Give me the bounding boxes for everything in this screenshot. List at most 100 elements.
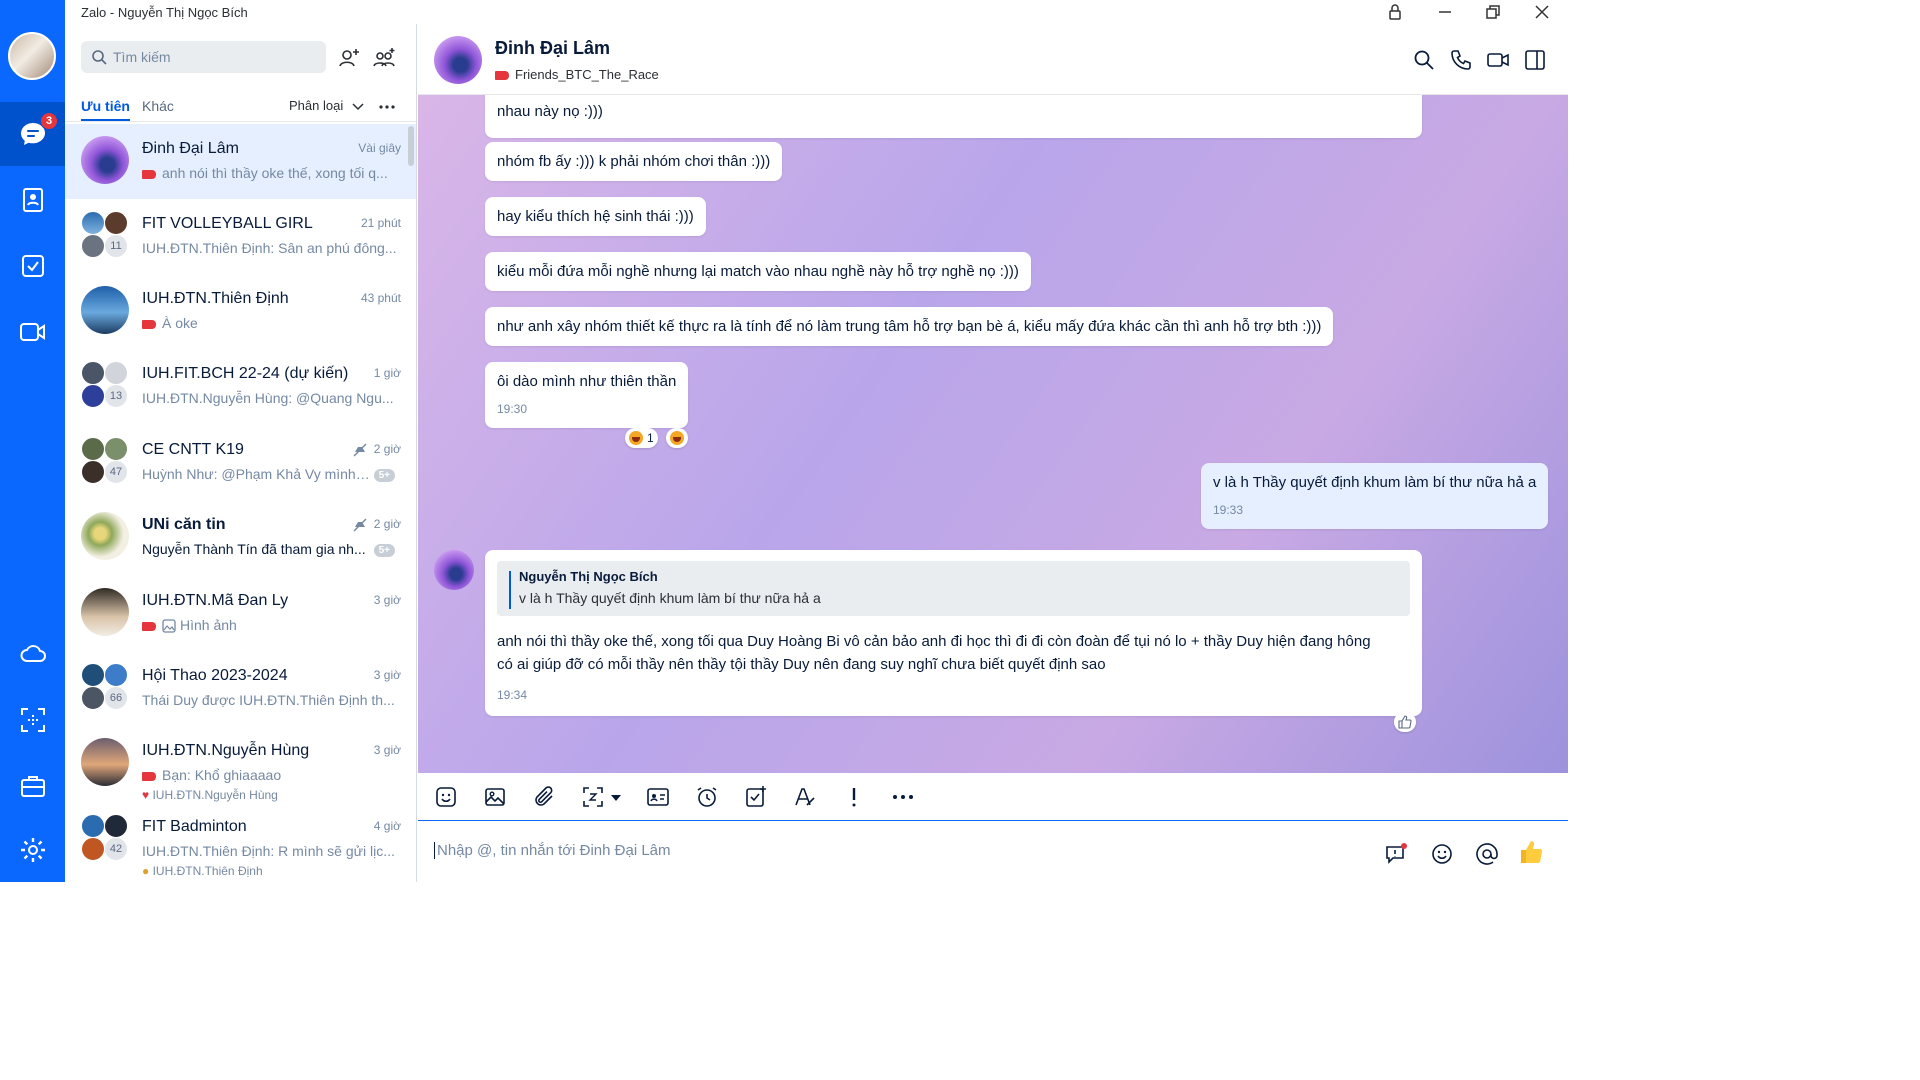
conversation-time: Vài giây <box>358 141 401 155</box>
search-icon[interactable] <box>1412 48 1436 72</box>
toolbox-tab[interactable] <box>0 754 65 818</box>
mute-icon <box>353 443 367 457</box>
create-group-icon[interactable] <box>371 46 397 70</box>
reaction-summary[interactable]: 1 <box>625 428 658 448</box>
conversation-preview: IUH.ĐTN.Thiên Định: Sân an phú đông... <box>142 240 397 256</box>
conversation-list: Tìm kiếm Ưu tiên Khác Phân loại Đinh Đại… <box>65 24 417 882</box>
quoted-message[interactable]: Nguyễn Thị Ngọc Bích v là h Thầy quyết đ… <box>497 561 1410 616</box>
contact-card-icon[interactable] <box>646 785 670 809</box>
urgent-icon[interactable] <box>842 785 866 809</box>
laugh-emoji-icon <box>629 431 643 445</box>
checkbox-icon <box>21 255 44 277</box>
message-time: 19:34 <box>497 688 528 702</box>
tab-other[interactable]: Khác <box>142 98 174 114</box>
phone-icon[interactable] <box>1449 48 1473 72</box>
message-bubble[interactable]: ôi dào mình như thiên thần 19:30 <box>485 362 689 428</box>
contact-label[interactable]: Friends_BTC_The_Race <box>515 67 659 82</box>
messages-tab[interactable]: 3 <box>0 102 65 166</box>
video-call-icon[interactable] <box>1486 48 1510 72</box>
chevron-down-icon[interactable] <box>352 102 364 112</box>
my-avatar[interactable] <box>8 32 56 80</box>
contacts-tab[interactable] <box>0 168 65 232</box>
search-icon <box>92 50 107 65</box>
search-input[interactable]: Tìm kiếm <box>113 49 171 65</box>
sender-avatar[interactable] <box>434 550 474 590</box>
todo-tab[interactable] <box>0 234 65 298</box>
minimize-icon[interactable] <box>1435 2 1455 22</box>
screenshot-tab[interactable] <box>0 688 65 752</box>
group-avatar: 13 <box>81 361 129 409</box>
conversation-item[interactable]: Đinh Đại Lâm Vài giây anh nói thì thầy o… <box>65 124 416 199</box>
contact-name[interactable]: Đinh Đại Lâm <box>495 38 610 59</box>
label-tag-icon <box>142 771 156 781</box>
mention-icon[interactable] <box>1475 842 1499 866</box>
message-input[interactable]: Nhập @, tin nhắn tới Đinh Đại Lâm <box>434 842 671 859</box>
close-icon[interactable] <box>1532 2 1552 22</box>
reply-message-bubble[interactable]: Nguyễn Thị Ngọc Bích v là h Thầy quyết đ… <box>485 550 1422 716</box>
quick-message-icon[interactable] <box>1384 842 1408 866</box>
conversation-name: FIT VOLLEYBALL GIRL <box>142 215 313 232</box>
conversation-item[interactable]: 42 FIT Badminton 4 giờ IUH.ĐTN.Thiên Địn… <box>65 802 416 882</box>
conversation-time: 4 giờ <box>373 819 401 833</box>
cloud-tab[interactable] <box>0 622 65 686</box>
text-format-icon[interactable] <box>793 785 817 809</box>
settings-tab[interactable] <box>0 818 65 882</box>
conversation-time: 43 phút <box>360 291 401 305</box>
conversation-item[interactable]: IUH.ĐTN.Nguyễn Hùng 3 giờ Bạn: Khổ ghiaa… <box>65 726 416 806</box>
label-tag-icon <box>142 319 156 329</box>
my-message-bubble[interactable]: v là h Thầy quyết định khum làm bí thư n… <box>1201 463 1549 529</box>
lock-icon[interactable] <box>1385 2 1405 22</box>
screenshot-icon[interactable] <box>581 785 605 809</box>
contact-avatar[interactable] <box>434 36 482 84</box>
restore-icon[interactable] <box>1483 2 1503 22</box>
message-text-line: có ai giúp đỡ có mỗi thầy nên thầy tội t… <box>497 656 1106 673</box>
add-friend-icon[interactable] <box>337 46 361 70</box>
conversation-item[interactable]: 47 CE CNTT K19 2 giờ Huỳnh Như: @Phạm Kh… <box>65 425 416 500</box>
conversation-item[interactable]: UNi căn tin 2 giờ Nguyễn Thành Tín đã th… <box>65 500 416 575</box>
reminder-icon[interactable] <box>695 785 719 809</box>
like-reaction-button[interactable] <box>1394 712 1416 732</box>
search-box[interactable]: Tìm kiếm <box>81 41 326 73</box>
chevron-down-icon[interactable] <box>610 794 622 802</box>
tab-priority[interactable]: Ưu tiên <box>81 98 130 121</box>
message-bubble[interactable]: hay kiểu thích hệ sinh thái :))) <box>485 197 706 236</box>
composer: Nhập @, tin nhắn tới Đinh Đại Lâm <box>418 822 1568 882</box>
conversation-item[interactable]: 11 FIT VOLLEYBALL GIRL 21 phút IUH.ĐTN.T… <box>65 199 416 274</box>
sidebar-toggle-icon[interactable] <box>1523 48 1547 72</box>
conversation-item[interactable]: IUH.ĐTN.Thiên Định 43 phút À oke <box>65 274 416 349</box>
unread-count: 5+ <box>373 469 395 482</box>
task-icon[interactable] <box>744 785 768 809</box>
group-avatar: 66 <box>81 663 129 711</box>
conversation-item[interactable]: IUH.ĐTN.Mã Đan Ly 3 giờ Hình ảnh <box>65 576 416 651</box>
message-bubble[interactable]: nhau này nọ :))) <box>485 95 1422 138</box>
message-bubble[interactable]: như anh xây nhóm thiết kế thực ra là tín… <box>485 307 1334 346</box>
conversation-preview: Thái Duy được IUH.ĐTN.Thiên Định th... <box>142 692 395 708</box>
scrollbar[interactable] <box>408 126 414 166</box>
thumbs-up-icon <box>1398 715 1412 729</box>
label-tag-icon <box>142 621 156 631</box>
attachment-icon[interactable] <box>532 785 556 809</box>
message-text: kiểu mỗi đứa mỗi nghề nhưng lại match và… <box>497 263 1019 280</box>
sort-dropdown[interactable]: Phân loại <box>289 98 343 113</box>
quoted-text: v là h Thầy quyết định khum làm bí thư n… <box>519 590 821 606</box>
message-area[interactable]: nhau này nọ :))) nhóm fb ấy :))) k phải … <box>418 95 1568 773</box>
emoji-icon[interactable] <box>1430 842 1454 866</box>
add-reaction-button[interactable] <box>666 428 688 448</box>
message-bubble[interactable]: nhóm fb ấy :))) k phải nhóm chơi thân :)… <box>485 142 783 181</box>
more-icon[interactable] <box>891 785 915 809</box>
image-icon[interactable] <box>483 785 507 809</box>
sticker-icon[interactable] <box>434 785 458 809</box>
message-text-line: anh nói thì thầy oke thế, xong tối qua D… <box>497 633 1371 650</box>
member-count: 13 <box>104 384 128 408</box>
member-count: 42 <box>104 837 128 861</box>
conversation-time: 2 giờ <box>373 517 401 531</box>
video-call-tab[interactable] <box>0 300 65 364</box>
thumbs-up-icon[interactable] <box>1518 839 1544 865</box>
conversation-item[interactable]: 13 IUH.FIT.BCH 22-24 (dự kiến) 1 giờ IUH… <box>65 349 416 424</box>
message-bubble[interactable]: kiểu mỗi đứa mỗi nghề nhưng lại match và… <box>485 252 1031 291</box>
conversation-preview: IUH.ĐTN.Thiên Định: R mình sẽ gửi lịc... <box>142 843 395 859</box>
conversation-name: Đinh Đại Lâm <box>142 140 239 157</box>
more-icon[interactable] <box>379 99 395 115</box>
conversation-item[interactable]: 66 Hội Thao 2023-2024 3 giờ Thái Duy đượ… <box>65 651 416 726</box>
conversation-preview: IUH.ĐTN.Nguyễn Hùng: @Quang Ngu... <box>142 390 394 406</box>
